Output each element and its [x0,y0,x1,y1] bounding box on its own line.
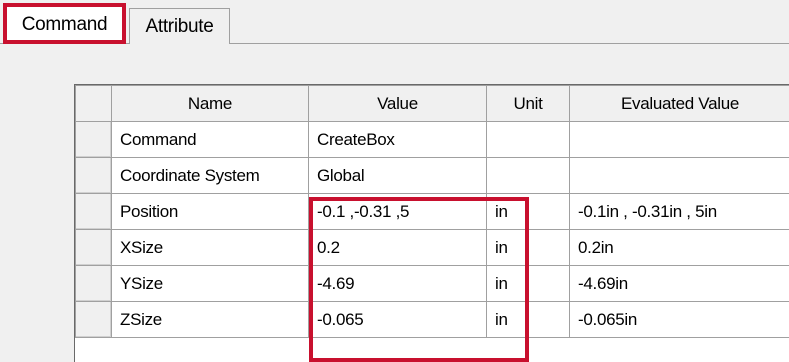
column-header-evaluated-value[interactable]: Evaluated Value [569,85,789,122]
cell-unit[interactable]: in [486,229,570,266]
cell-value[interactable]: Global [308,157,487,194]
cell-evaluated-value: -0.1in , -0.31in , 5in [569,193,789,230]
cell-value[interactable]: -0.1 ,-0.31 ,5 [308,193,487,230]
column-header-name[interactable]: Name [111,85,309,122]
tab-command-label: Command [21,13,108,35]
cell-name: Coordinate System [111,157,309,194]
tab-command[interactable]: Command [3,3,126,44]
column-header-unit[interactable]: Unit [486,85,570,122]
table-row[interactable]: Command CreateBox [75,121,789,158]
cell-value[interactable]: 0.2 [308,229,487,266]
cell-name: YSize [111,265,309,302]
cell-unit[interactable]: in [486,265,570,302]
cell-unit[interactable]: in [486,193,570,230]
row-header[interactable] [75,265,112,302]
cell-value[interactable]: -4.69 [308,265,487,302]
table-row[interactable]: Position -0.1 ,-0.31 ,5 in -0.1in , -0.3… [75,193,789,230]
cell-name: Position [111,193,309,230]
cell-name: ZSize [111,301,309,338]
row-header[interactable] [75,193,112,230]
column-header-value[interactable]: Value [308,85,487,122]
cell-unit[interactable] [486,157,570,194]
table-row[interactable]: Coordinate System Global [75,157,789,194]
cell-value[interactable]: -0.065 [308,301,487,338]
cell-evaluated-value [569,157,789,194]
cell-evaluated-value: -0.065in [569,301,789,338]
property-grid: Name Value Unit Evaluated Value Command … [74,84,789,362]
row-header[interactable] [75,229,112,266]
table-row[interactable]: XSize 0.2 in 0.2in [75,229,789,266]
row-header[interactable] [75,157,112,194]
cell-value[interactable]: CreateBox [308,121,487,158]
table-header-row: Name Value Unit Evaluated Value [75,85,789,122]
row-header[interactable] [75,121,112,158]
cell-evaluated-value: -4.69in [569,265,789,302]
row-header[interactable] [75,301,112,338]
table-row[interactable]: YSize -4.69 in -4.69in [75,265,789,302]
cell-unit[interactable]: in [486,301,570,338]
cell-evaluated-value [569,121,789,158]
cell-unit[interactable] [486,121,570,158]
table-row[interactable]: ZSize -0.065 in -0.065in [75,301,789,338]
corner-cell[interactable] [75,85,112,122]
cell-evaluated-value: 0.2in [569,229,789,266]
property-table: Name Value Unit Evaluated Value Command … [75,85,789,338]
tab-attribute-label: Attribute [145,16,214,37]
tab-attribute[interactable]: Attribute [129,8,230,44]
tab-strip: Command Attribute [0,0,789,46]
cell-name: Command [111,121,309,158]
cell-name: XSize [111,229,309,266]
